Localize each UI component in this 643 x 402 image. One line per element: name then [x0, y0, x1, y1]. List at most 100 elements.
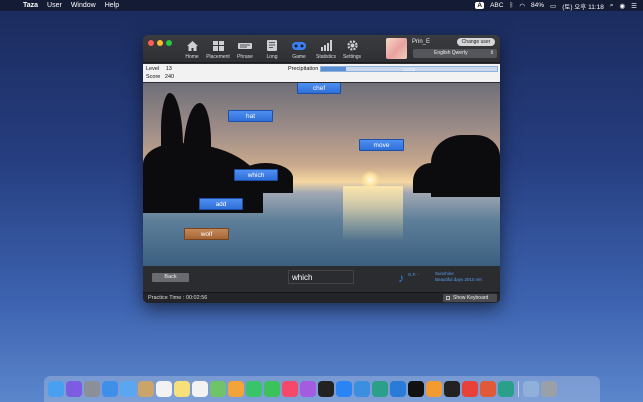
keyboard-layout-select[interactable]: English Qwerty ⇕: [413, 49, 497, 58]
tool-placement-label: Placement: [206, 54, 230, 60]
zoom-window-button[interactable]: [166, 40, 172, 46]
tool-home[interactable]: Home: [179, 39, 205, 60]
tool-settings-label: Settings: [342, 54, 362, 60]
tool-statistics[interactable]: Statistics: [313, 39, 339, 60]
tool-statistics-label: Statistics: [315, 54, 336, 60]
game-icon: [286, 39, 312, 52]
downloads-icon[interactable]: [523, 381, 539, 397]
menu-window[interactable]: Window: [71, 2, 96, 9]
show-keyboard-button[interactable]: Show Keyboard: [443, 294, 497, 302]
dock: [44, 376, 600, 402]
menu-user[interactable]: User: [47, 2, 62, 9]
safari-icon[interactable]: [102, 381, 118, 397]
epic-games-icon[interactable]: [444, 381, 460, 397]
practice-time-value: 00:02:56: [185, 295, 208, 301]
status-bar: Level 13 Score 240 Precipitation 14/100: [143, 64, 500, 82]
siri-icon[interactable]: [66, 381, 82, 397]
music-note-icon[interactable]: ♪: [398, 271, 404, 285]
spotlight-icon[interactable]: ⌕: [610, 2, 614, 10]
keyboard-layout-value: English Qwerty: [434, 50, 468, 56]
appstore-icon[interactable]: [336, 381, 352, 397]
tv-icon[interactable]: [318, 381, 334, 397]
precipitation-text: 14/100: [402, 67, 416, 72]
sun-reflection: [343, 186, 403, 241]
control-center-icon[interactable]: ☰: [631, 2, 637, 10]
menu-bar: Taza User Window Help A ABC ᛒ ◠ 84% ▭ (토…: [0, 0, 643, 11]
minimize-window-button[interactable]: [157, 40, 163, 46]
typing-input[interactable]: [288, 270, 354, 284]
bluetooth-icon[interactable]: ᛒ: [509, 2, 513, 9]
rock-right-small: [413, 163, 443, 193]
back-button[interactable]: Back: [152, 273, 189, 282]
tool-placement[interactable]: Placement: [205, 39, 231, 60]
launchpad-icon[interactable]: [84, 381, 100, 397]
menu-app-name[interactable]: Taza: [23, 2, 38, 9]
xcode-icon[interactable]: [354, 381, 370, 397]
contacts-icon[interactable]: [138, 381, 154, 397]
settings-icon: [339, 39, 365, 52]
tool-phrase-label: Phrase: [237, 54, 253, 60]
tool-phrase[interactable]: Phrase: [232, 39, 258, 60]
music-icon[interactable]: [282, 381, 298, 397]
notes-icon[interactable]: [174, 381, 190, 397]
vscode-icon[interactable]: [390, 381, 406, 397]
tool-settings[interactable]: Settings: [339, 39, 365, 60]
score-row: Score 240: [146, 74, 174, 80]
creative-cloud-icon[interactable]: [462, 381, 478, 397]
inkscape-icon[interactable]: [408, 381, 424, 397]
git-icon[interactable]: [480, 381, 496, 397]
placement-icon: [205, 39, 231, 52]
taza-icon[interactable]: [372, 381, 388, 397]
falling-word: which: [234, 169, 278, 181]
vpn-icon[interactable]: [498, 381, 514, 397]
falling-word-hit: wolf: [184, 228, 229, 240]
books-icon[interactable]: [426, 381, 442, 397]
siri-menu-icon[interactable]: ◉: [620, 2, 626, 10]
statistics-icon: [313, 39, 339, 52]
falling-word: hat: [228, 110, 273, 122]
tool-game[interactable]: Game: [286, 39, 312, 60]
falling-word: add: [199, 198, 243, 210]
close-window-button[interactable]: [148, 40, 154, 46]
music-artist: G.F. -: [408, 272, 419, 277]
trash-icon[interactable]: [541, 381, 557, 397]
falling-word: move: [359, 139, 404, 151]
precipitation-label: Precipitation: [288, 66, 319, 72]
podcasts-icon[interactable]: [300, 381, 316, 397]
home-icon: [179, 39, 205, 52]
mail-icon[interactable]: [120, 381, 136, 397]
calendar-icon[interactable]: [156, 381, 172, 397]
chevron-updown-icon: ⇕: [489, 50, 494, 56]
wifi-icon[interactable]: ◠: [519, 2, 525, 10]
practice-time: Practice Time : 00:02:56: [148, 295, 207, 301]
long-icon: [259, 39, 285, 52]
show-keyboard-checkbox[interactable]: [446, 296, 450, 300]
menu-help[interactable]: Help: [105, 2, 119, 9]
user-name: Prin_E: [412, 39, 431, 45]
game-scene: chef hat move which add wolf: [143, 83, 500, 266]
input-source-label[interactable]: ABC: [490, 2, 503, 9]
tool-game-label: Game: [292, 54, 306, 60]
reminders-icon[interactable]: [192, 381, 208, 397]
facetime-icon[interactable]: [264, 381, 280, 397]
footer: Practice Time : 00:02:56 Show Keyboard: [143, 292, 500, 303]
input-area: Back ♪ G.F. - Sunshine Beautiful days 20…: [143, 266, 500, 292]
change-user-button[interactable]: Change user: [457, 38, 495, 46]
dock-separator: [518, 381, 519, 397]
phrase-icon: [232, 39, 258, 52]
battery-label[interactable]: 84%: [531, 2, 544, 9]
input-source-icon[interactable]: A: [475, 2, 485, 9]
messages-icon[interactable]: [246, 381, 262, 397]
clock[interactable]: (토) 오후 11:18: [562, 1, 604, 11]
window-controls: [148, 40, 172, 46]
music-album: Beautiful days 2010 ver.: [435, 277, 484, 282]
tool-long[interactable]: Long: [259, 39, 285, 60]
finder-icon[interactable]: [48, 381, 64, 397]
battery-icon[interactable]: ▭: [550, 2, 556, 10]
toolbar: Home Placement Phrase Long Game Statisti…: [143, 35, 500, 63]
tool-home-label: Home: [185, 54, 199, 60]
user-avatar: [386, 38, 407, 59]
maps-icon[interactable]: [210, 381, 226, 397]
music-info: Sunshine Beautiful days 2010 ver.: [435, 271, 483, 283]
photos-icon[interactable]: [228, 381, 244, 397]
